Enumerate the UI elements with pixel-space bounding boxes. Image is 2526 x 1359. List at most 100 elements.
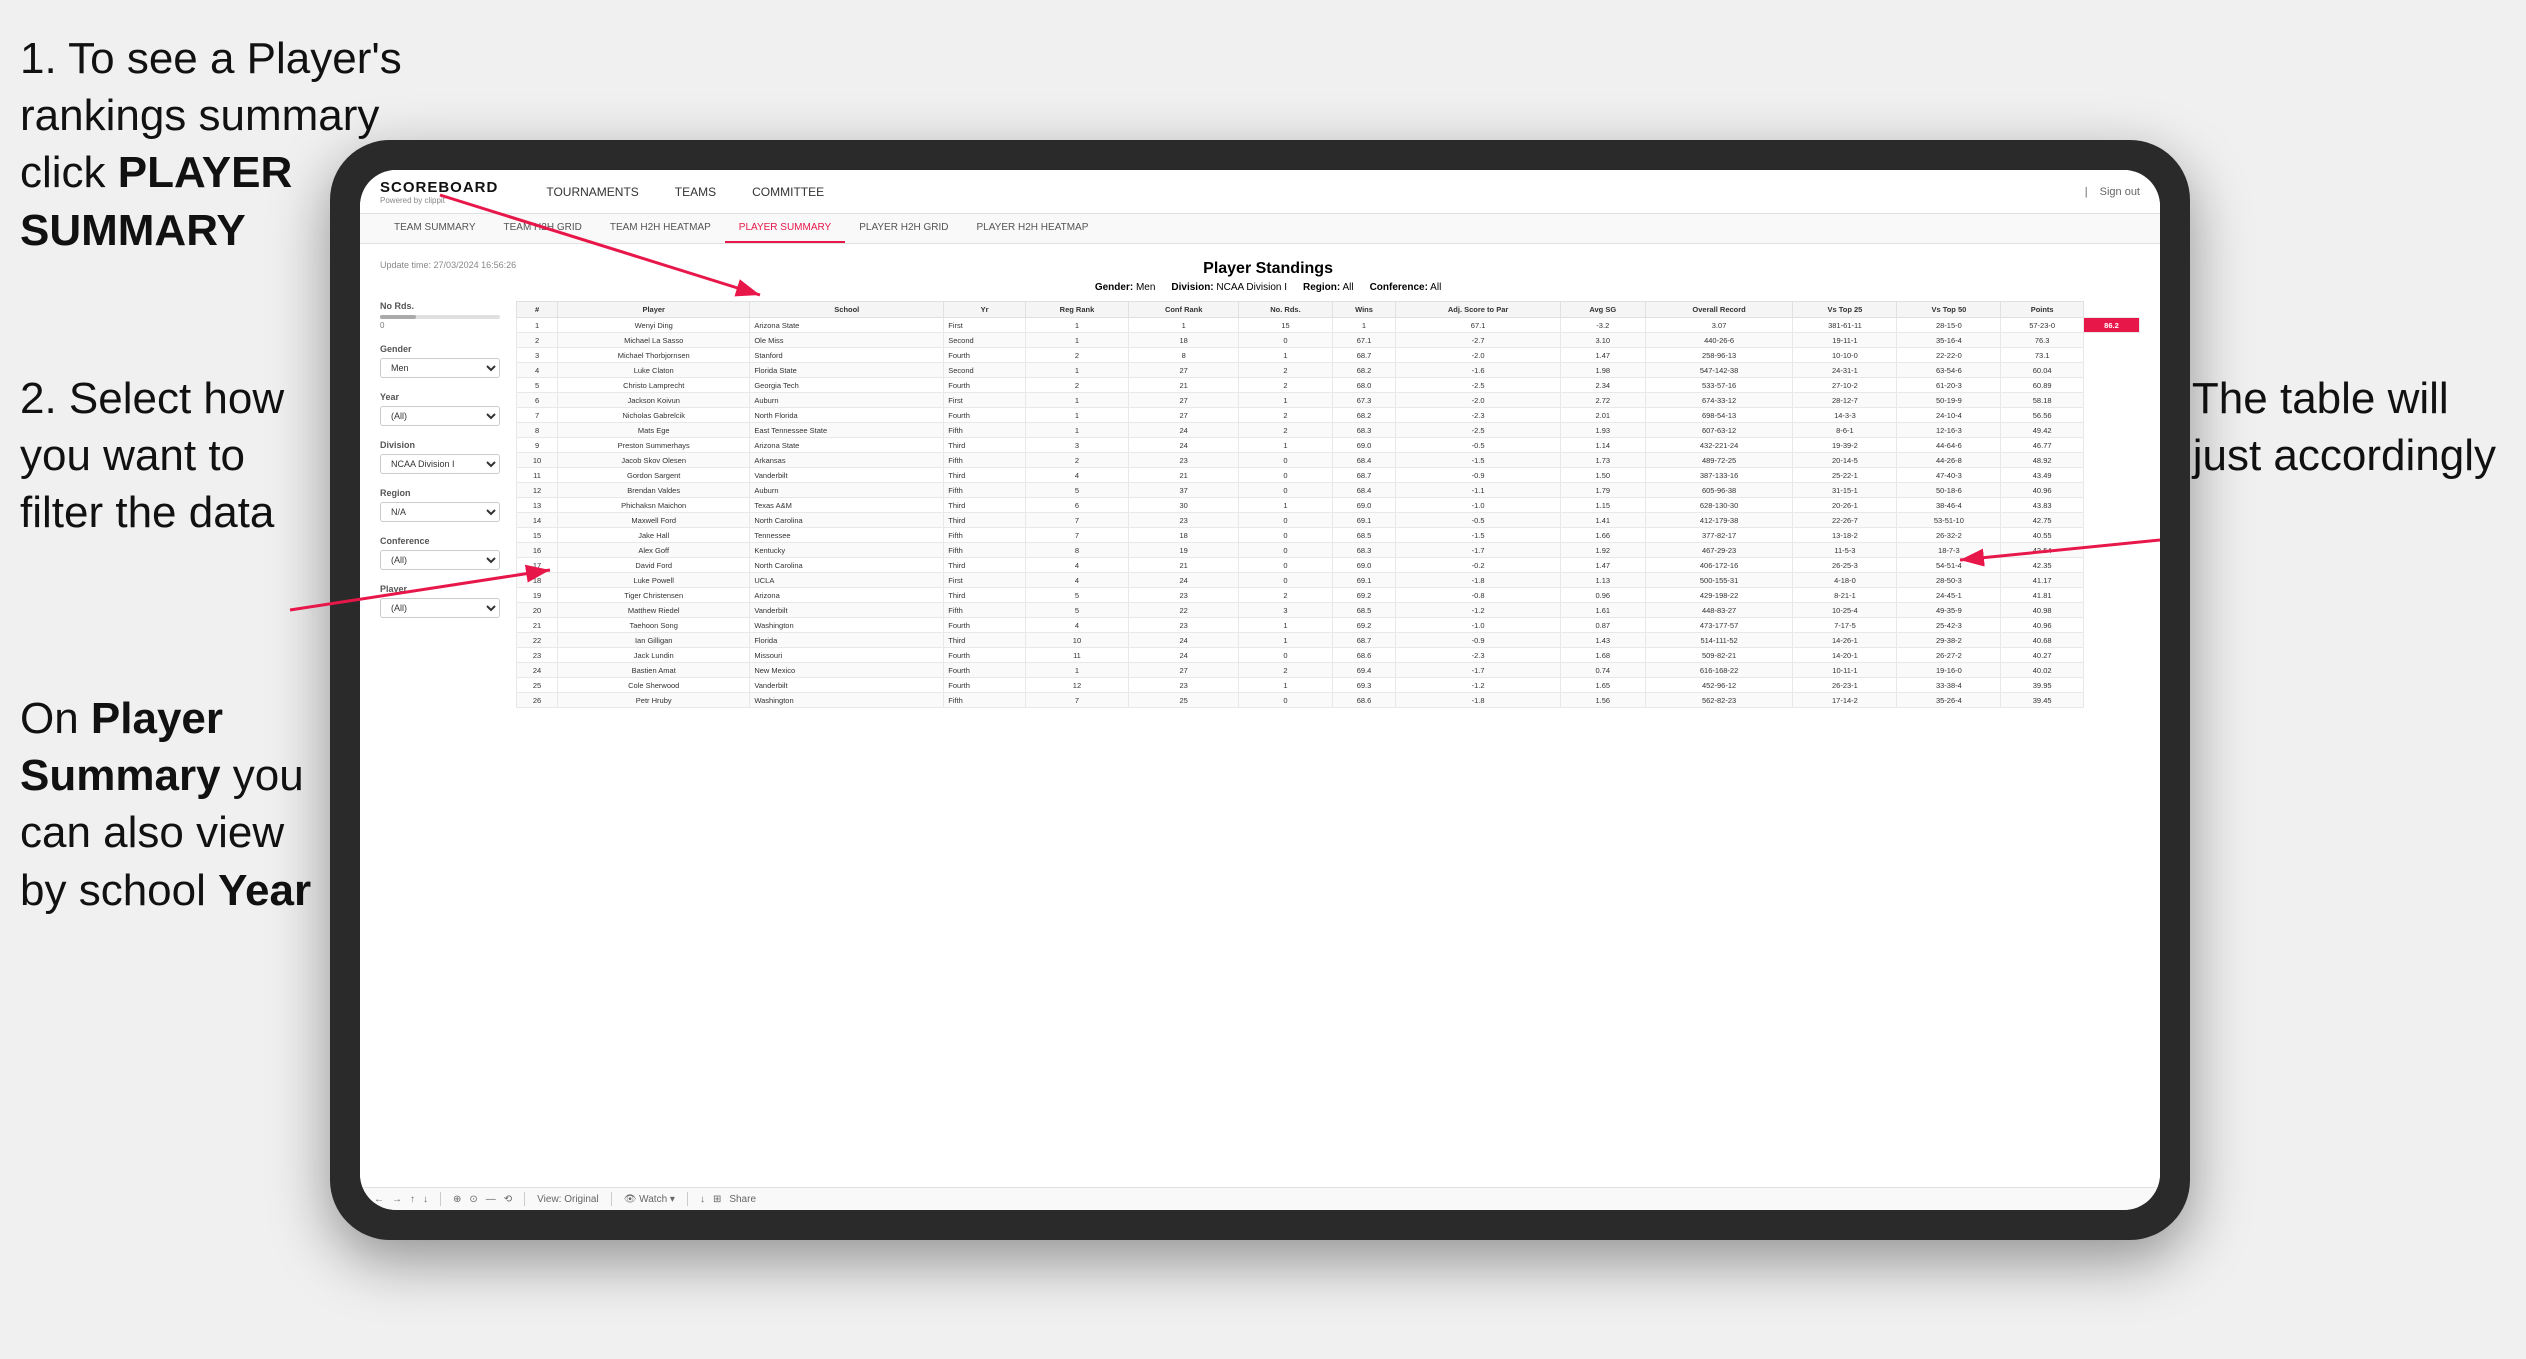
nav-item-tournaments[interactable]: TOURNAMENTS	[528, 170, 656, 214]
toolbar-download[interactable]: ↓	[700, 1194, 705, 1205]
toolbar-forward[interactable]: →	[392, 1194, 402, 1205]
table-row[interactable]: 13Phichaksn MaichonTexas A&MThird630169.…	[517, 498, 2140, 513]
nav-separator: |	[2085, 186, 2088, 198]
conference-section: Conference (All)	[380, 536, 500, 570]
toolbar-add[interactable]: ⊕	[453, 1194, 461, 1205]
standings-table: # Player School Yr Reg Rank Conf Rank No…	[516, 301, 2140, 708]
sub-nav: TEAM SUMMARY TEAM H2H GRID TEAM H2H HEAT…	[360, 214, 2160, 244]
toolbar-sep4	[687, 1192, 688, 1206]
table-row[interactable]: 16Alex GoffKentuckyFifth819068.3-1.71.92…	[517, 543, 2140, 558]
table-row[interactable]: 21Taehoon SongWashingtonFourth423169.2-1…	[517, 618, 2140, 633]
toolbar-share[interactable]: Share	[729, 1194, 756, 1205]
tablet-container: SCOREBOARD Powered by clippit TOURNAMENT…	[330, 140, 2190, 1240]
toolbar-view-circle[interactable]: ⊙	[469, 1194, 477, 1205]
update-time-label: Update time:	[380, 260, 431, 270]
nav-bar: SCOREBOARD Powered by clippit TOURNAMENT…	[360, 170, 2160, 214]
subnav-team-h2h-heatmap[interactable]: TEAM H2H HEATMAP	[596, 214, 725, 243]
nav-item-teams[interactable]: TEAMS	[657, 170, 734, 214]
sign-out-link[interactable]: Sign out	[2100, 186, 2140, 198]
division-select[interactable]: NCAA Division I	[380, 454, 500, 474]
col-yr: Yr	[944, 302, 1026, 318]
subnav-team-summary[interactable]: TEAM SUMMARY	[380, 214, 490, 243]
col-overall-record: Overall Record	[1645, 302, 1793, 318]
year-select[interactable]: (All)	[380, 406, 500, 426]
toolbar-view-original[interactable]: View: Original	[537, 1194, 599, 1205]
table-row[interactable]: 15Jake HallTennesseeFifth718068.5-1.51.6…	[517, 528, 2140, 543]
table-row[interactable]: 1Wenyi DingArizona StateFirst1115167.1-3…	[517, 318, 2140, 333]
conference-select[interactable]: (All)	[380, 550, 500, 570]
toolbar-dash[interactable]: —	[486, 1194, 496, 1205]
subnav-team-h2h-grid[interactable]: TEAM H2H GRID	[490, 214, 596, 243]
col-school: School	[750, 302, 944, 318]
page-layout: No Rds. 0 Gender Men Year	[380, 301, 2140, 1162]
subnav-player-h2h-grid[interactable]: PLAYER H2H GRID	[845, 214, 962, 243]
toolbar-refresh[interactable]: ⟲	[504, 1194, 512, 1205]
table-row[interactable]: 22Ian GilliganFloridaThird1024168.7-0.91…	[517, 633, 2140, 648]
col-points: Points	[2001, 302, 2084, 318]
toolbar-back[interactable]: ←	[374, 1194, 384, 1205]
subnav-player-summary[interactable]: PLAYER SUMMARY	[725, 214, 845, 243]
table-row[interactable]: 10Jacob Skov OlesenArkansasFifth223068.4…	[517, 453, 2140, 468]
table-body: 1Wenyi DingArizona StateFirst1115167.1-3…	[517, 318, 2140, 708]
table-row[interactable]: 9Preston SummerhaysArizona StateThird324…	[517, 438, 2140, 453]
gender-select[interactable]: Men	[380, 358, 500, 378]
table-row[interactable]: 11Gordon SargentVanderbiltThird421068.7-…	[517, 468, 2140, 483]
toolbar-watch[interactable]: 👁 Watch ▾	[624, 1194, 675, 1205]
region-section: Region N/A	[380, 488, 500, 522]
col-vs-top25: Vs Top 25	[1793, 302, 1897, 318]
col-no-rds: No. Rds.	[1239, 302, 1332, 318]
table-row[interactable]: 23Jack LundinMissouriFourth1124068.6-2.3…	[517, 648, 2140, 663]
table-row[interactable]: 17David FordNorth CarolinaThird421069.0-…	[517, 558, 2140, 573]
col-wins: Wins	[1332, 302, 1396, 318]
year-label: Year	[380, 392, 500, 402]
page-title: Player Standings	[516, 260, 2020, 278]
player-select[interactable]: (All)	[380, 598, 500, 618]
region-label: Region	[380, 488, 500, 498]
region-select[interactable]: N/A	[380, 502, 500, 522]
table-row[interactable]: 19Tiger ChristensenArizonaThird523269.2-…	[517, 588, 2140, 603]
table-row[interactable]: 6Jackson KoivunAuburnFirst127167.3-2.02.…	[517, 393, 2140, 408]
subnav-player-h2h-heatmap[interactable]: PLAYER H2H HEATMAP	[963, 214, 1103, 243]
logo-sub: Powered by clippit	[380, 196, 498, 205]
toolbar-up[interactable]: ↑	[410, 1194, 415, 1205]
content-header-left: Update time: 27/03/2024 16:56:26	[380, 260, 516, 273]
table-header: # Player School Yr Reg Rank Conf Rank No…	[517, 302, 2140, 318]
table-row[interactable]: 24Bastien AmatNew MexicoFourth127269.4-1…	[517, 663, 2140, 678]
update-time-value: 27/03/2024 16:56:26	[434, 260, 517, 270]
division-label: Division	[380, 440, 500, 450]
region-filter: Region: All	[1303, 282, 1354, 293]
table-row[interactable]: 12Brendan ValdesAuburnFifth537068.4-1.11…	[517, 483, 2140, 498]
player-label: Player	[380, 584, 500, 594]
table-row[interactable]: 3Michael ThorbjornsenStanfordFourth28168…	[517, 348, 2140, 363]
nav-items: TOURNAMENTS TEAMS COMMITTEE	[528, 170, 2084, 214]
gender-label: Gender	[380, 344, 500, 354]
table-row[interactable]: 5Christo LamprechtGeorgia TechFourth2212…	[517, 378, 2140, 393]
no-rds-slider-fill	[380, 315, 416, 319]
table-row[interactable]: 25Cole SherwoodVanderbiltFourth1223169.3…	[517, 678, 2140, 693]
table-row[interactable]: 7Nicholas GabrelcikNorth FloridaFourth12…	[517, 408, 2140, 423]
toolbar-sep1	[440, 1192, 441, 1206]
table-container: # Player School Yr Reg Rank Conf Rank No…	[516, 301, 2140, 1162]
col-conf-rank: Conf Rank	[1129, 302, 1239, 318]
col-rank: #	[517, 302, 558, 318]
logo-text: SCOREBOARD	[380, 179, 498, 196]
player-section: Player (All)	[380, 584, 500, 618]
toolbar-sep2	[524, 1192, 525, 1206]
toolbar-grid[interactable]: ⊞	[713, 1194, 721, 1205]
table-row[interactable]: 26Petr HrubyWashingtonFifth725068.6-1.81…	[517, 693, 2140, 708]
nav-item-committee[interactable]: COMMITTEE	[734, 170, 842, 214]
table-row[interactable]: 4Luke ClatonFlorida StateSecond127268.2-…	[517, 363, 2140, 378]
table-row[interactable]: 2Michael La SassoOle MissSecond118067.1-…	[517, 333, 2140, 348]
toolbar-down[interactable]: ↓	[423, 1194, 428, 1205]
table-row[interactable]: 18Luke PowellUCLAFirst424069.1-1.81.1350…	[517, 573, 2140, 588]
col-player: Player	[558, 302, 750, 318]
table-row[interactable]: 14Maxwell FordNorth CarolinaThird723069.…	[517, 513, 2140, 528]
col-vs-top50: Vs Top 50	[1897, 302, 2001, 318]
table-row[interactable]: 20Matthew RiedelVanderbiltFifth522368.5-…	[517, 603, 2140, 618]
table-row[interactable]: 8Mats EgeEast Tennessee StateFifth124268…	[517, 423, 2140, 438]
division-section: Division NCAA Division I	[380, 440, 500, 474]
conference-filter: Conference: All	[1370, 282, 1442, 293]
gender-filter: Gender: Men	[1095, 282, 1156, 293]
logo-area: SCOREBOARD Powered by clippit	[380, 179, 498, 205]
no-rds-slider-track	[380, 315, 500, 319]
